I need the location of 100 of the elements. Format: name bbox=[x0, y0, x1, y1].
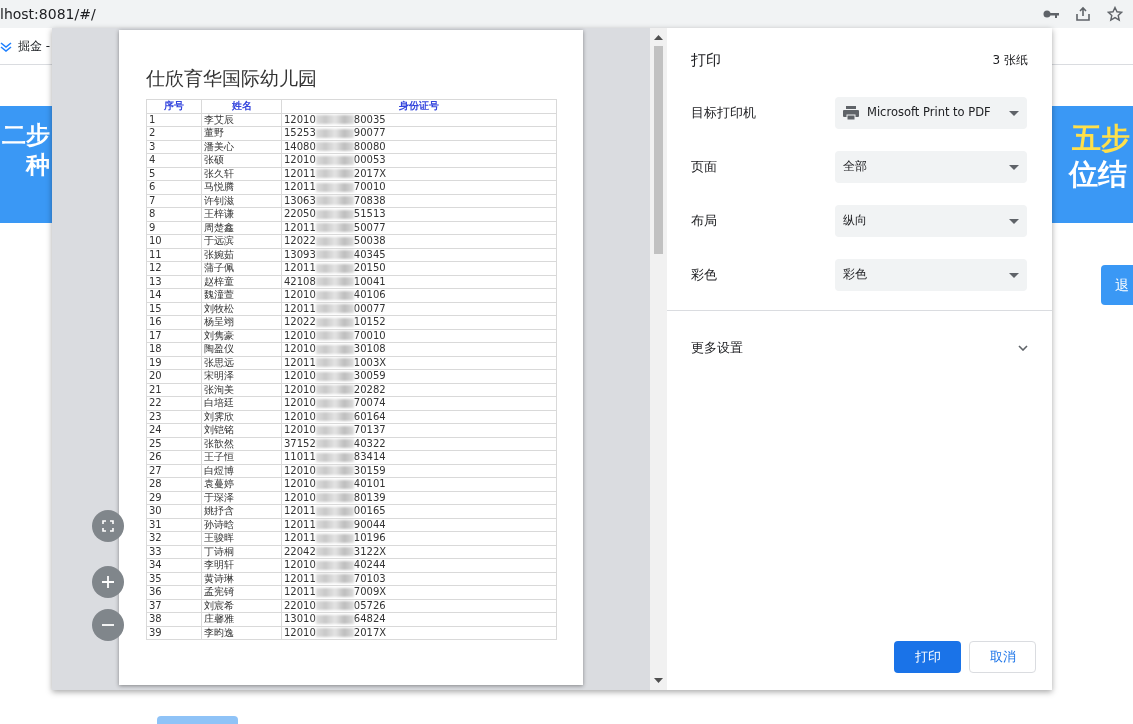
table-cell: 12010 30159 bbox=[281, 464, 557, 478]
star-icon[interactable] bbox=[1107, 6, 1123, 22]
table-cell: 李艾辰 bbox=[201, 113, 282, 127]
table-cell: 34 bbox=[146, 558, 202, 572]
table-cell: 11011 83414 bbox=[281, 450, 557, 464]
panel-title: 打印 bbox=[691, 49, 721, 71]
table-cell: 赵梓童 bbox=[201, 275, 282, 289]
print-button[interactable]: 打印 bbox=[894, 641, 961, 673]
table-cell: 16 bbox=[146, 315, 202, 329]
table-cell: 14080 80080 bbox=[281, 140, 557, 154]
setting-dropdown[interactable]: 纵向 bbox=[835, 205, 1027, 237]
table-cell: 37152 40322 bbox=[281, 437, 557, 451]
setting-dropdown[interactable]: 彩色 bbox=[835, 259, 1027, 291]
table-cell: 12010 40101 bbox=[281, 477, 557, 491]
table-cell: 宋明泽 bbox=[201, 369, 282, 383]
table-cell: 24 bbox=[146, 423, 202, 437]
table-cell: 21 bbox=[146, 383, 202, 397]
table-cell: 18 bbox=[146, 342, 202, 356]
share-icon[interactable] bbox=[1075, 6, 1091, 22]
table-cell: 22050 51513 bbox=[281, 207, 557, 221]
table-cell: 张硕 bbox=[201, 153, 282, 167]
table-cell: 31 bbox=[146, 518, 202, 532]
setting-dropdown[interactable]: 全部 bbox=[835, 151, 1027, 183]
table-cell: 13010 64824 bbox=[281, 612, 557, 626]
banner-text: 五步 bbox=[1072, 120, 1131, 157]
table-cell: 董野 bbox=[201, 126, 282, 140]
table-cell: 刘隽豪 bbox=[201, 329, 282, 343]
table-cell: 张婉茹 bbox=[201, 248, 282, 262]
fit-button[interactable] bbox=[92, 510, 124, 542]
table-cell: 于琛泽 bbox=[201, 491, 282, 505]
table-cell: 张歆然 bbox=[201, 437, 282, 451]
scroll-up-icon[interactable] bbox=[654, 35, 663, 40]
table-cell: 6 bbox=[146, 180, 202, 194]
banner-text: 二步 bbox=[1, 120, 51, 150]
table-cell: 12010 2017X bbox=[281, 626, 557, 640]
address-text[interactable]: lhost:8081/#/ bbox=[0, 3, 96, 25]
table-cell: 王子恒 bbox=[201, 450, 282, 464]
setting-dropdown[interactable]: Microsoft Print to PDF bbox=[835, 97, 1027, 129]
table-cell: 13 bbox=[146, 275, 202, 289]
table-cell: 李昀逸 bbox=[201, 626, 282, 640]
table-cell: 白煜博 bbox=[201, 464, 282, 478]
table-cell: 20 bbox=[146, 369, 202, 383]
table-cell: 22 bbox=[146, 396, 202, 410]
table-cell: 5 bbox=[146, 167, 202, 181]
table-cell: 马悦腾 bbox=[201, 180, 282, 194]
table-cell: 4 bbox=[146, 153, 202, 167]
zoom-out-button[interactable] bbox=[92, 609, 124, 641]
table-cell: 27 bbox=[146, 464, 202, 478]
table-cell: 37 bbox=[146, 599, 202, 613]
table-cell: 丁诗桐 bbox=[201, 545, 282, 559]
bookmark-icon bbox=[0, 40, 12, 52]
table-cell: 12011 70010 bbox=[281, 180, 557, 194]
table-cell: 12022 50038 bbox=[281, 234, 557, 248]
zoom-in-button[interactable] bbox=[92, 566, 124, 598]
scrollbar-thumb[interactable] bbox=[654, 46, 663, 254]
table-cell: 11 bbox=[146, 248, 202, 262]
table-cell: 15253 90077 bbox=[281, 126, 557, 140]
sheet-count: 3 张纸 bbox=[992, 52, 1028, 69]
table-cell: 22010 05726 bbox=[281, 599, 557, 613]
table-cell: 14 bbox=[146, 288, 202, 302]
table-cell: 12010 70010 bbox=[281, 329, 557, 343]
table-cell: 29 bbox=[146, 491, 202, 505]
table-cell: 35 bbox=[146, 572, 202, 586]
more-settings-toggle[interactable]: 更多设置 bbox=[667, 311, 1052, 385]
table-cell: 12 bbox=[146, 261, 202, 275]
table-cell: 12010 00053 bbox=[281, 153, 557, 167]
table-cell: 刘牧松 bbox=[201, 302, 282, 316]
key-icon[interactable] bbox=[1043, 9, 1059, 19]
table-cell: 38 bbox=[146, 612, 202, 626]
table-cell: 12010 40244 bbox=[281, 558, 557, 572]
table-cell: 刘铠铭 bbox=[201, 423, 282, 437]
table-cell: 19 bbox=[146, 356, 202, 370]
table-cell: 于远滨 bbox=[201, 234, 282, 248]
column-header: 姓名 bbox=[201, 99, 282, 113]
bookmark-link[interactable]: 掘金 - bbox=[18, 37, 51, 55]
table-cell: 7 bbox=[146, 194, 202, 208]
banner-text: 种 bbox=[24, 150, 51, 180]
setting-label: 目标打印机 bbox=[691, 104, 757, 123]
table-cell: 2 bbox=[146, 126, 202, 140]
table-cell: 22042 3122X bbox=[281, 545, 557, 559]
table-cell: 魏潼萱 bbox=[201, 288, 282, 302]
column-header: 序号 bbox=[146, 99, 202, 113]
table-cell: 8 bbox=[146, 207, 202, 221]
table-cell: 13093 40345 bbox=[281, 248, 557, 262]
table-cell: 周楚鑫 bbox=[201, 221, 282, 235]
cancel-button[interactable]: 取消 bbox=[969, 641, 1036, 673]
table-cell: 12010 40106 bbox=[281, 288, 557, 302]
table-cell: 12011 90044 bbox=[281, 518, 557, 532]
banner-text: 位结 bbox=[1069, 156, 1128, 193]
table-cell: 12011 20150 bbox=[281, 261, 557, 275]
table-cell: 12011 00077 bbox=[281, 302, 557, 316]
table-cell: 23 bbox=[146, 410, 202, 424]
table-cell: 15 bbox=[146, 302, 202, 316]
table-cell: 3 bbox=[146, 140, 202, 154]
table-cell: 9 bbox=[146, 221, 202, 235]
minus-icon bbox=[102, 624, 114, 626]
setting-label: 布局 bbox=[691, 212, 718, 231]
scroll-down-icon[interactable] bbox=[654, 678, 663, 683]
table-cell: 蒲子佩 bbox=[201, 261, 282, 275]
table-cell: 12011 50077 bbox=[281, 221, 557, 235]
